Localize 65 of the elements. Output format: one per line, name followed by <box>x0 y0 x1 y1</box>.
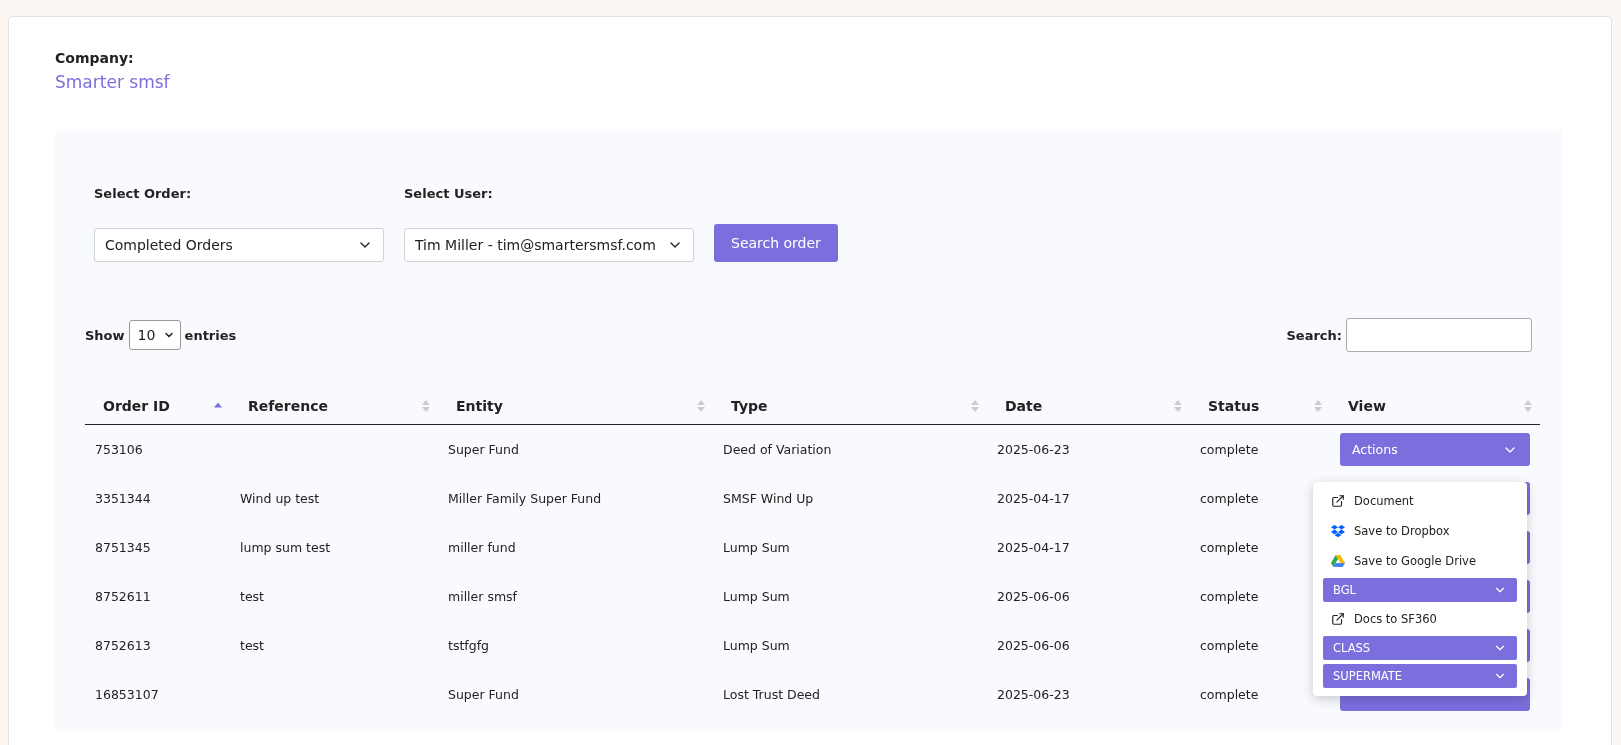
table-cell-text: 2025-06-06 <box>996 588 1071 606</box>
column-header[interactable]: Entity <box>438 398 713 425</box>
table-cell-text: SMSF Wind Up <box>722 490 815 508</box>
show-label: Show <box>85 327 125 343</box>
table-cell-text: 16853107 <box>94 686 160 704</box>
table-cell-text: Super Fund <box>447 686 520 704</box>
company-name: Smarter smsf <box>55 72 171 92</box>
table-cell-text: tstfgfg <box>447 637 490 655</box>
select-field[interactable]: Completed Orders <box>94 228 384 262</box>
table-cell-text: miller fund <box>447 539 517 557</box>
table-cell-text: miller smsf <box>447 588 518 606</box>
external-link-icon <box>1331 612 1345 626</box>
table-cell-text: Lump Sum <box>722 637 791 655</box>
table-cell-text: complete <box>1199 490 1260 508</box>
column-header[interactable]: Type <box>713 398 987 425</box>
menu-item[interactable]: Save to Google Drive <box>1323 548 1517 574</box>
menu-item[interactable]: Save to Dropbox <box>1323 518 1517 544</box>
table-cell-text: test <box>239 637 265 655</box>
search-order-button[interactable]: Search order <box>714 224 838 262</box>
table-cell-text: lump sum test <box>239 539 332 557</box>
table-cell-text: Super Fund <box>447 441 520 459</box>
table-cell-text: 2025-04-17 <box>996 490 1071 508</box>
table-cell-text: 8752611 <box>94 588 152 606</box>
menu-item[interactable]: Docs to SF360 <box>1323 606 1517 632</box>
search-label: Search: <box>1286 327 1342 343</box>
company-label: Company: <box>55 50 135 66</box>
column-header[interactable]: Reference <box>230 398 438 425</box>
table-cell-text: 2025-06-23 <box>996 441 1071 459</box>
table-cell-text: 2025-06-23 <box>996 686 1071 704</box>
table-cell-text: 8751345 <box>94 539 152 557</box>
table-cell-text: 3351344 <box>94 490 152 508</box>
entries-select[interactable]: 10 <box>128 320 181 350</box>
search-field[interactable] <box>1346 318 1532 352</box>
table-cell-text: complete <box>1199 539 1260 557</box>
filter-label: Select Order: <box>94 186 193 201</box>
table-cell-text: test <box>239 588 265 606</box>
table-cell-text: 2025-04-17 <box>996 539 1071 557</box>
table-cell-text: complete <box>1199 686 1260 704</box>
table-cell-text: complete <box>1199 588 1260 606</box>
submenu-button[interactable]: BGL <box>1323 578 1517 602</box>
menu-item[interactable]: Document <box>1323 488 1517 514</box>
table-cell-text: Deed of Variation <box>722 441 833 459</box>
table-cell-text: complete <box>1199 637 1260 655</box>
table-cell-text: Wind up test <box>239 490 321 508</box>
triangle-logo-icon <box>1331 555 1345 567</box>
column-header[interactable]: Order ID <box>85 398 230 425</box>
table-cell-text: 2025-06-06 <box>996 637 1071 655</box>
table-cell-text: 8752613 <box>94 637 152 655</box>
column-header[interactable]: Status <box>1190 398 1330 425</box>
column-header[interactable]: Date <box>987 398 1190 425</box>
external-link-icon <box>1331 494 1345 508</box>
table-cell-text: Lump Sum <box>722 588 791 606</box>
submenu-button[interactable]: SUPERMATE <box>1323 664 1517 688</box>
dropbox-icon <box>1331 524 1345 538</box>
table-cell-text: complete <box>1199 441 1260 459</box>
actions-button[interactable]: Actions <box>1340 433 1530 466</box>
select-field[interactable]: Tim Miller - tim@smartersmsf.com <box>404 228 694 262</box>
entries-label: entries <box>184 327 237 343</box>
table-cell-text: 753106 <box>94 441 144 459</box>
submenu-button[interactable]: CLASS <box>1323 636 1517 660</box>
filter-label: Select User: <box>404 186 494 201</box>
table-cell-text: Miller Family Super Fund <box>447 490 603 508</box>
table-cell-text: Lump Sum <box>722 539 791 557</box>
table-cell-text: Lost Trust Deed <box>722 686 821 704</box>
column-header[interactable]: View <box>1330 398 1540 425</box>
